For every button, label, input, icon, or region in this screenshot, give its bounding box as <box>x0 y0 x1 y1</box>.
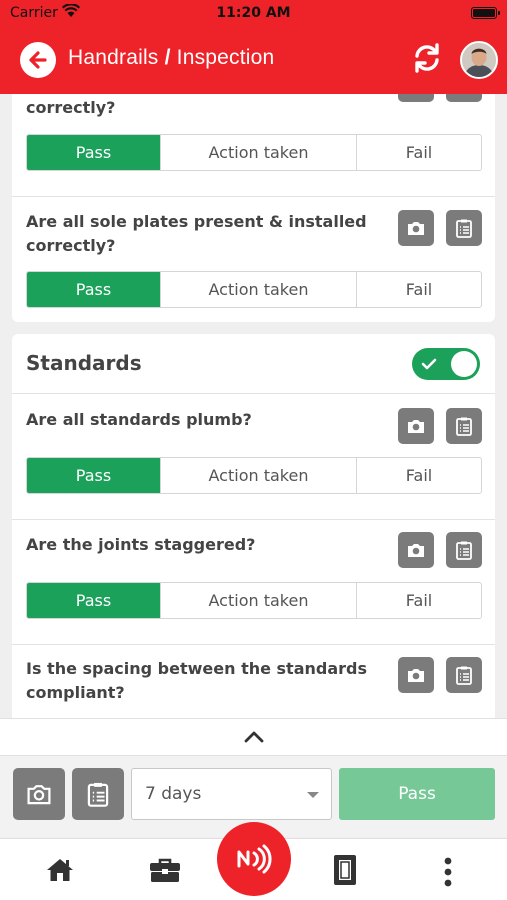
nfc-scan-button[interactable] <box>217 822 291 896</box>
clipboard-icon <box>456 219 472 238</box>
answer-segmented-control: Pass Action taken Fail <box>26 582 482 619</box>
answer-segmented-control: Pass Action taken Fail <box>26 134 482 171</box>
question-text: Is the spacing between the standards com… <box>26 659 367 702</box>
battery-icon <box>471 7 500 19</box>
camera-button[interactable] <box>13 768 65 820</box>
chevron-up-icon <box>244 731 264 743</box>
action-taken-option[interactable]: Action taken <box>161 583 357 618</box>
fail-option[interactable]: Fail <box>357 135 481 170</box>
pass-submit-button[interactable]: Pass <box>339 768 495 820</box>
tag-icon <box>334 855 356 885</box>
status-bar: Carrier 11:20 AM <box>0 0 507 26</box>
notes-button[interactable] <box>446 657 482 693</box>
nfc-icon <box>237 844 272 874</box>
clipboard-icon <box>87 782 109 807</box>
camera-icon <box>408 544 424 557</box>
fail-option[interactable]: Fail <box>357 272 481 307</box>
home-icon <box>47 859 73 881</box>
jobs-tab[interactable] <box>149 857 181 887</box>
section-enabled-toggle[interactable] <box>412 348 480 380</box>
app-header: Handrails / Inspection <box>0 26 507 94</box>
clipboard-icon <box>456 417 472 436</box>
camera-button[interactable] <box>398 210 434 246</box>
question-text: Are the joints staggered? <box>26 535 256 554</box>
clipboard-icon <box>456 666 472 685</box>
clipboard-icon <box>456 541 472 560</box>
duration-select[interactable]: 7 days <box>131 768 332 820</box>
divider <box>12 196 495 197</box>
divider <box>12 519 495 520</box>
more-vertical-icon <box>444 857 452 887</box>
page-title: Handrails / Inspection <box>68 46 274 70</box>
tags-tab[interactable] <box>332 853 358 891</box>
notes-button[interactable] <box>446 532 482 568</box>
action-taken-option[interactable]: Action taken <box>161 458 357 493</box>
answer-segmented-control: Pass Action taken Fail <box>26 271 482 308</box>
answer-segmented-control: Pass Action taken Fail <box>26 457 482 494</box>
action-taken-option[interactable]: Action taken <box>161 135 357 170</box>
notes-button[interactable] <box>446 210 482 246</box>
checklist-card: correctly? Pass Action taken Fail Are al… <box>12 94 495 322</box>
duration-value: 7 days <box>145 784 202 804</box>
back-button[interactable] <box>20 42 56 78</box>
sync-button[interactable] <box>411 42 445 76</box>
checklist-scroll-area[interactable]: correctly? Pass Action taken Fail Are al… <box>0 94 507 718</box>
camera-icon <box>408 420 424 433</box>
action-taken-option[interactable]: Action taken <box>161 272 357 307</box>
camera-button[interactable] <box>398 408 434 444</box>
pass-option[interactable]: Pass <box>27 458 161 493</box>
title-module: Handrails <box>68 46 159 69</box>
clock: 11:20 AM <box>216 5 291 21</box>
pass-option[interactable]: Pass <box>27 135 161 170</box>
briefcase-icon <box>150 858 180 882</box>
camera-icon <box>408 669 424 682</box>
toggle-knob <box>451 351 477 377</box>
chevron-down-icon <box>307 792 319 798</box>
question-text: correctly? <box>26 98 116 117</box>
camera-button[interactable] <box>398 94 434 102</box>
check-icon <box>421 358 437 370</box>
camera-icon <box>27 785 51 805</box>
question-text: Are all sole plates present & installed … <box>26 212 367 255</box>
camera-icon <box>408 222 424 235</box>
camera-button[interactable] <box>398 532 434 568</box>
notes-button[interactable] <box>446 408 482 444</box>
title-separator: / <box>164 46 171 69</box>
question-text: Are all standards plumb? <box>26 410 252 429</box>
more-tab[interactable] <box>441 857 455 891</box>
home-tab[interactable] <box>45 857 75 887</box>
notes-button[interactable] <box>72 768 124 820</box>
divider <box>12 644 495 645</box>
title-page: Inspection <box>176 46 275 69</box>
divider <box>12 393 495 394</box>
camera-button[interactable] <box>398 657 434 693</box>
pass-option[interactable]: Pass <box>27 272 161 307</box>
notes-button[interactable] <box>446 94 482 102</box>
expand-panel-button[interactable] <box>0 718 507 755</box>
fail-option[interactable]: Fail <box>357 583 481 618</box>
avatar[interactable] <box>460 41 498 79</box>
pass-option[interactable]: Pass <box>27 583 161 618</box>
back-arrow-icon <box>29 51 47 69</box>
sync-icon <box>415 43 439 73</box>
bottom-tab-bar <box>0 822 507 900</box>
section-title: Standards <box>26 351 142 375</box>
fail-option[interactable]: Fail <box>357 458 481 493</box>
standards-section-card: Standards Are all standards plumb? Pass … <box>12 334 495 718</box>
